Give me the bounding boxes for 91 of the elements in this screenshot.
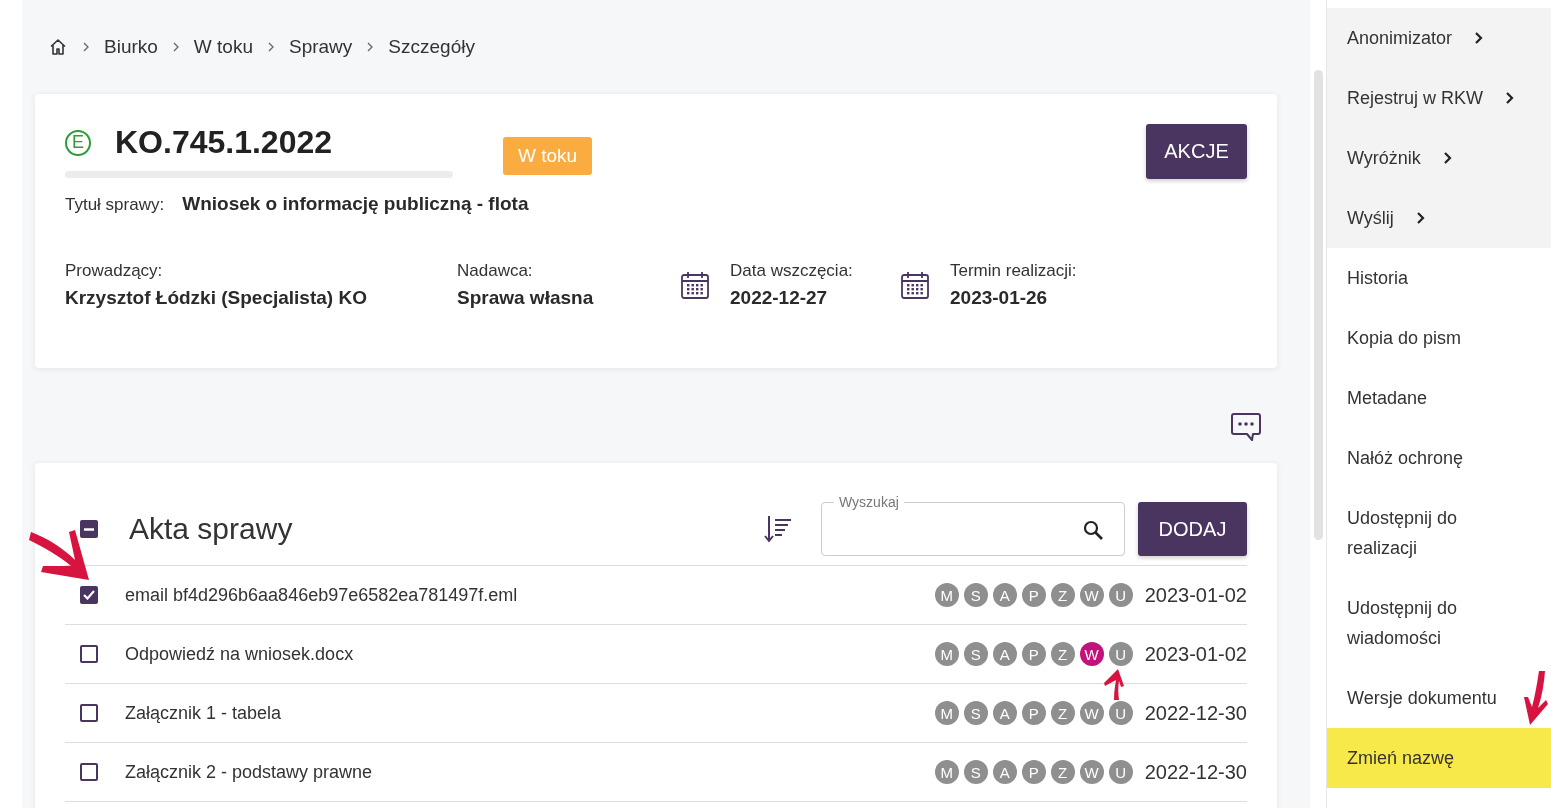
file-name[interactable]: email bf4d296b6aa846eb97e6582ea781497f.eml (125, 584, 518, 606)
marker-badge: A (992, 701, 1017, 725)
chat-icon[interactable] (1230, 411, 1262, 443)
marker-badge: U (1108, 760, 1133, 784)
marker-badge: P (1021, 701, 1046, 725)
row-checkbox[interactable] (80, 704, 98, 722)
marker-badge: Z (1050, 642, 1075, 666)
search-icon[interactable] (1082, 518, 1104, 541)
calendar-icon (900, 270, 930, 300)
menu-item[interactable]: Nałóż ochronę (1327, 428, 1464, 488)
marker-badge: U (1108, 642, 1133, 666)
title-label: Tytuł sprawy: (65, 195, 165, 215)
marker-badge: W (1079, 701, 1104, 725)
marker-badge: A (992, 583, 1017, 607)
case-type-badge: E (65, 129, 91, 156)
menu-item[interactable]: Rejestruj w RKW (1327, 68, 1551, 128)
marker-badge: Z (1050, 701, 1075, 725)
file-date: 2022-12-30 (1144, 760, 1247, 784)
row-checkbox[interactable] (80, 586, 98, 604)
marker-badge: M (934, 642, 959, 666)
marker-badge: S (963, 583, 988, 607)
marker-badge: W (1079, 583, 1104, 607)
marker-badge: S (963, 701, 988, 725)
marker-badge: M (934, 760, 959, 784)
menu-item[interactable]: Historia (1327, 248, 1408, 308)
menu-item[interactable]: Kopia do pism (1327, 308, 1462, 368)
field-label: Prowadzący: (65, 261, 164, 281)
menu-item[interactable]: Zmień nazwę (1327, 728, 1551, 788)
chevron-icon (1415, 211, 1426, 225)
case-number: KO.745.1.2022 (115, 124, 333, 161)
menu-item[interactable]: Udostępnij do realizacji (1327, 488, 1522, 578)
field-value: Sprawa własna (457, 287, 594, 309)
minus-icon (84, 527, 94, 531)
marker-badge: M (934, 701, 959, 725)
marker-badge: Z (1050, 760, 1075, 784)
menu-item[interactable]: Anonimizator (1327, 8, 1551, 68)
row-checkbox[interactable] (80, 645, 98, 663)
home-icon[interactable] (48, 37, 68, 57)
menu-item[interactable]: Wyślij (1327, 188, 1551, 248)
marker-badge: W (1079, 642, 1104, 666)
field-label: Data wszczęcia: (730, 261, 853, 281)
breadcrumb-link[interactable]: Biurko (104, 36, 158, 58)
scrollbar-thumb[interactable] (1313, 70, 1323, 540)
breadcrumb-link[interactable]: Szczegóły (388, 36, 475, 58)
case-title: Wniosek o informację publiczną - flota (182, 193, 529, 215)
breadcrumb-link[interactable]: Sprawy (289, 36, 353, 58)
chevron-icon (1474, 31, 1485, 45)
file-date: 2023-01-02 (1144, 583, 1247, 607)
chevron-icon (1505, 91, 1516, 105)
field-value: 2023-01-26 (950, 287, 1049, 309)
marker-badge: P (1021, 760, 1046, 784)
marker-badge: P (1021, 583, 1046, 607)
chevron-icon (366, 42, 375, 52)
status-badge: W toku (503, 137, 593, 175)
marker-badge: S (963, 760, 988, 784)
actions-button[interactable]: AKCJE (1146, 124, 1247, 179)
marker-badge: S (963, 642, 988, 666)
marker-badge: W (1079, 760, 1104, 784)
search-field[interactable]: Wyszukaj (821, 494, 1125, 556)
calendar-icon (680, 270, 710, 300)
marker-badge: A (992, 760, 1017, 784)
field-value: 2022-12-27 (730, 287, 829, 309)
field-label: Nadawca: (457, 261, 534, 281)
marker-badge: U (1108, 701, 1133, 725)
field-label: Termin realizacji: (950, 261, 1077, 281)
marker-badge: M (934, 583, 959, 607)
chevron-icon (82, 42, 90, 52)
file-date: 2023-01-02 (1144, 642, 1247, 666)
field-value: Krzysztof Łódzki (Specjalista) KO (65, 287, 367, 309)
chevron-icon (171, 42, 180, 52)
breadcrumb-link[interactable]: W toku (193, 36, 253, 58)
chevron-icon (1442, 151, 1453, 165)
marker-badge: P (1021, 642, 1046, 666)
file-name[interactable]: Załącznik 2 - podstawy prawne (125, 761, 373, 783)
menu-item[interactable]: Udostępnij do wiadomości (1327, 578, 1522, 668)
menu-item[interactable]: Metadane (1327, 368, 1428, 428)
check-icon (83, 590, 95, 600)
file-date: 2022-12-30 (1144, 701, 1247, 725)
row-checkbox[interactable] (80, 763, 98, 781)
add-button[interactable]: DODAJ (1138, 502, 1247, 556)
marker-badge: Z (1050, 583, 1075, 607)
annotation-arrow (1521, 670, 1549, 726)
section-title: Akta sprawy (129, 512, 293, 546)
file-name[interactable]: Załącznik 1 - tabela (125, 702, 282, 724)
marker-badge: U (1108, 583, 1133, 607)
menu-item[interactable]: Wyróżnik (1327, 128, 1551, 188)
menu-item[interactable]: Wersje dokumentu (1327, 668, 1497, 728)
file-name[interactable]: Odpowiedź na wniosek.docx (125, 643, 354, 665)
marker-badge: A (992, 642, 1017, 666)
chevron-icon (267, 42, 275, 52)
select-all-checkbox[interactable] (80, 520, 98, 538)
